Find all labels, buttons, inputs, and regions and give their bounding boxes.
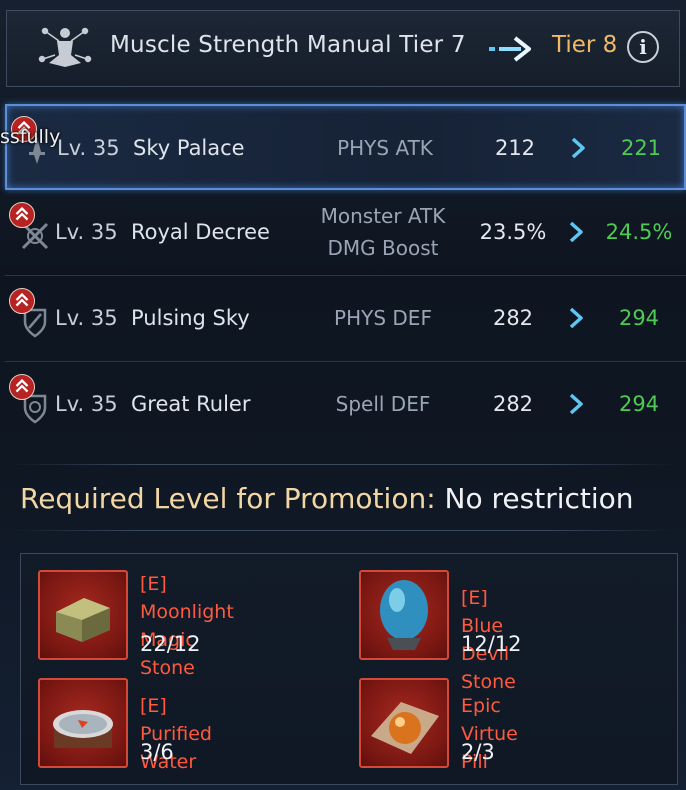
stat-level: Lv. 35: [55, 306, 118, 330]
chevron-right-icon: [569, 393, 583, 415]
stat-current-value: 23.5%: [479, 220, 547, 244]
divider: [10, 464, 676, 465]
manual-header: Muscle Strength Manual Tier 7 Tier 8 i: [6, 10, 680, 87]
material-count: 22/12: [140, 632, 201, 656]
material-icon-frame[interactable]: [38, 570, 128, 660]
stat-current-value: 282: [492, 306, 534, 330]
stat-row-pulsing-sky[interactable]: Lv. 35 Pulsing Sky PHYS DEF 282 294: [5, 276, 686, 362]
chevron-right-icon: [569, 221, 583, 243]
chevron-right-icon: [571, 137, 585, 159]
stat-next-value: 294: [618, 392, 660, 416]
stat-attribute: Spell DEF: [335, 392, 431, 416]
material-icon-frame[interactable]: [359, 570, 449, 660]
stat-row-royal-decree[interactable]: Lv. 35 Royal Decree Monster ATK DMG Boos…: [5, 190, 686, 276]
material-count: 3/6: [140, 740, 174, 764]
meditation-icon: [38, 27, 92, 67]
stat-attribute: Monster ATK DMG Boost: [303, 200, 463, 264]
stat-next-value: 24.5%: [605, 220, 673, 244]
material-name-line2: Stone: [140, 657, 195, 679]
stat-name: Pulsing Sky: [131, 306, 250, 330]
chevron-right-icon: [569, 307, 583, 329]
upgrade-badge-icon: [9, 202, 35, 228]
divider: [10, 530, 676, 531]
stat-level: Lv. 35: [55, 220, 118, 244]
stat-attribute-line1: Monster ATK: [320, 204, 446, 228]
pill-icon: [371, 702, 439, 754]
stat-next-value: 221: [620, 136, 662, 160]
stone-block-icon: [56, 598, 110, 642]
material-name: [E] Moonlight Magic Stone: [140, 570, 234, 682]
stat-name: Royal Decree: [131, 220, 270, 244]
material-icon-frame[interactable]: [38, 678, 128, 768]
stat-current-value: 282: [492, 392, 534, 416]
blue-egg-icon: [380, 580, 428, 650]
stat-current-value: 212: [494, 136, 536, 160]
promotion-label: Required Level for Promotion:: [20, 482, 436, 515]
stat-next-value: 294: [618, 306, 660, 330]
stat-row-great-ruler[interactable]: Lv. 35 Great Ruler Spell DEF 282 294: [5, 362, 686, 448]
material-count: 12/12: [461, 632, 522, 656]
water-bowl-icon: [53, 710, 113, 748]
stat-name: Sky Palace: [133, 136, 245, 160]
arrow-right-icon: [489, 36, 531, 62]
material-icon-frame[interactable]: [359, 678, 449, 768]
info-icon[interactable]: i: [627, 31, 659, 63]
material-count: 2/3: [461, 740, 495, 764]
stat-attribute: PHYS ATK: [337, 136, 433, 160]
stat-attribute-line2: DMG Boost: [327, 236, 439, 260]
stat-row-sky-palace[interactable]: Lv. 35 Sky Palace PHYS ATK 212 221: [5, 104, 686, 190]
promotion-requirement: Required Level for Promotion: No restric…: [20, 482, 634, 515]
stat-name: Great Ruler: [131, 392, 251, 416]
materials-panel: [E] Moonlight Magic Stone 22/12 [E] Blue…: [20, 553, 678, 785]
upgrade-badge-icon: [9, 374, 35, 400]
stat-level: Lv. 35: [55, 392, 118, 416]
upgrade-badge-icon: [9, 288, 35, 314]
stat-level: Lv. 35: [57, 136, 120, 160]
stat-attribute: PHYS DEF: [334, 306, 432, 330]
next-tier-label: Tier 8: [552, 32, 618, 58]
manual-title: Muscle Strength Manual Tier 7: [110, 32, 466, 58]
promotion-value: No restriction: [444, 482, 634, 515]
toast-message-fragment: ssfully: [0, 126, 61, 148]
